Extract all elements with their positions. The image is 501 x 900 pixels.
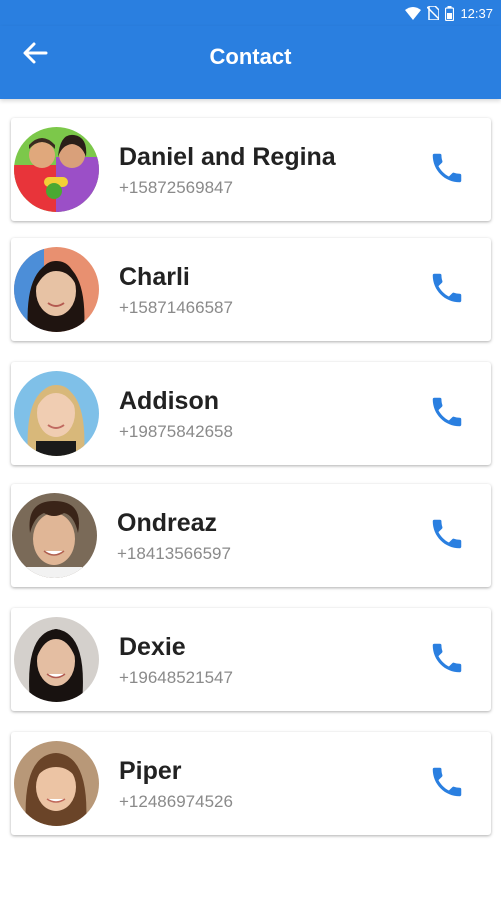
contact-name: Addison [119,387,219,415]
call-button[interactable] [425,762,469,806]
avatar-charli [14,247,99,332]
contact-card[interactable]: Piper +12486974526 [11,732,491,835]
call-button[interactable] [425,638,469,682]
app-bar: Contact [0,26,501,99]
no-sim-icon [427,6,440,20]
avatar-dexie [14,617,99,702]
page-title: Contact [209,44,292,69]
status-time: 12:37 [460,5,493,21]
phone-icon [428,763,466,806]
contact-name: Piper [119,757,182,785]
phone-icon [428,149,466,192]
phone-icon [428,269,466,312]
status-bar: 12:37 [0,0,501,26]
contact-card[interactable]: Addison +19875842658 [11,362,491,465]
contact-phone: +12486974526 [119,792,233,811]
contact-card[interactable]: Dexie +19648521547 [11,608,491,711]
contact-card[interactable]: Ondreaz +18413566597 [11,484,491,587]
battery-icon [445,5,455,21]
contact-phone: +19648521547 [119,668,233,687]
contact-card[interactable]: Daniel and Regina +15872569847 [11,118,491,221]
avatar-piper [14,741,99,826]
wifi-icon [405,6,422,20]
phone-icon [428,393,466,436]
contact-phone: +15872569847 [119,178,233,197]
contact-name: Charli [119,263,190,291]
contact-card[interactable]: Charli +15871466587 [11,238,491,341]
call-button[interactable] [425,392,469,436]
avatar-daniel-and-regina [14,127,99,212]
contact-phone: +18413566597 [117,544,231,563]
contact-phone: +19875842658 [119,422,233,441]
phone-icon [428,515,466,558]
phone-icon [428,639,466,682]
call-button[interactable] [425,514,469,558]
contact-name: Dexie [119,633,186,661]
call-button[interactable] [425,268,469,312]
contact-name: Daniel and Regina [119,143,336,171]
contact-name: Ondreaz [117,509,218,537]
avatar-addison [14,371,99,456]
call-button[interactable] [425,148,469,192]
contact-phone: +15871466587 [119,298,233,317]
avatar-ondreaz [12,493,97,578]
